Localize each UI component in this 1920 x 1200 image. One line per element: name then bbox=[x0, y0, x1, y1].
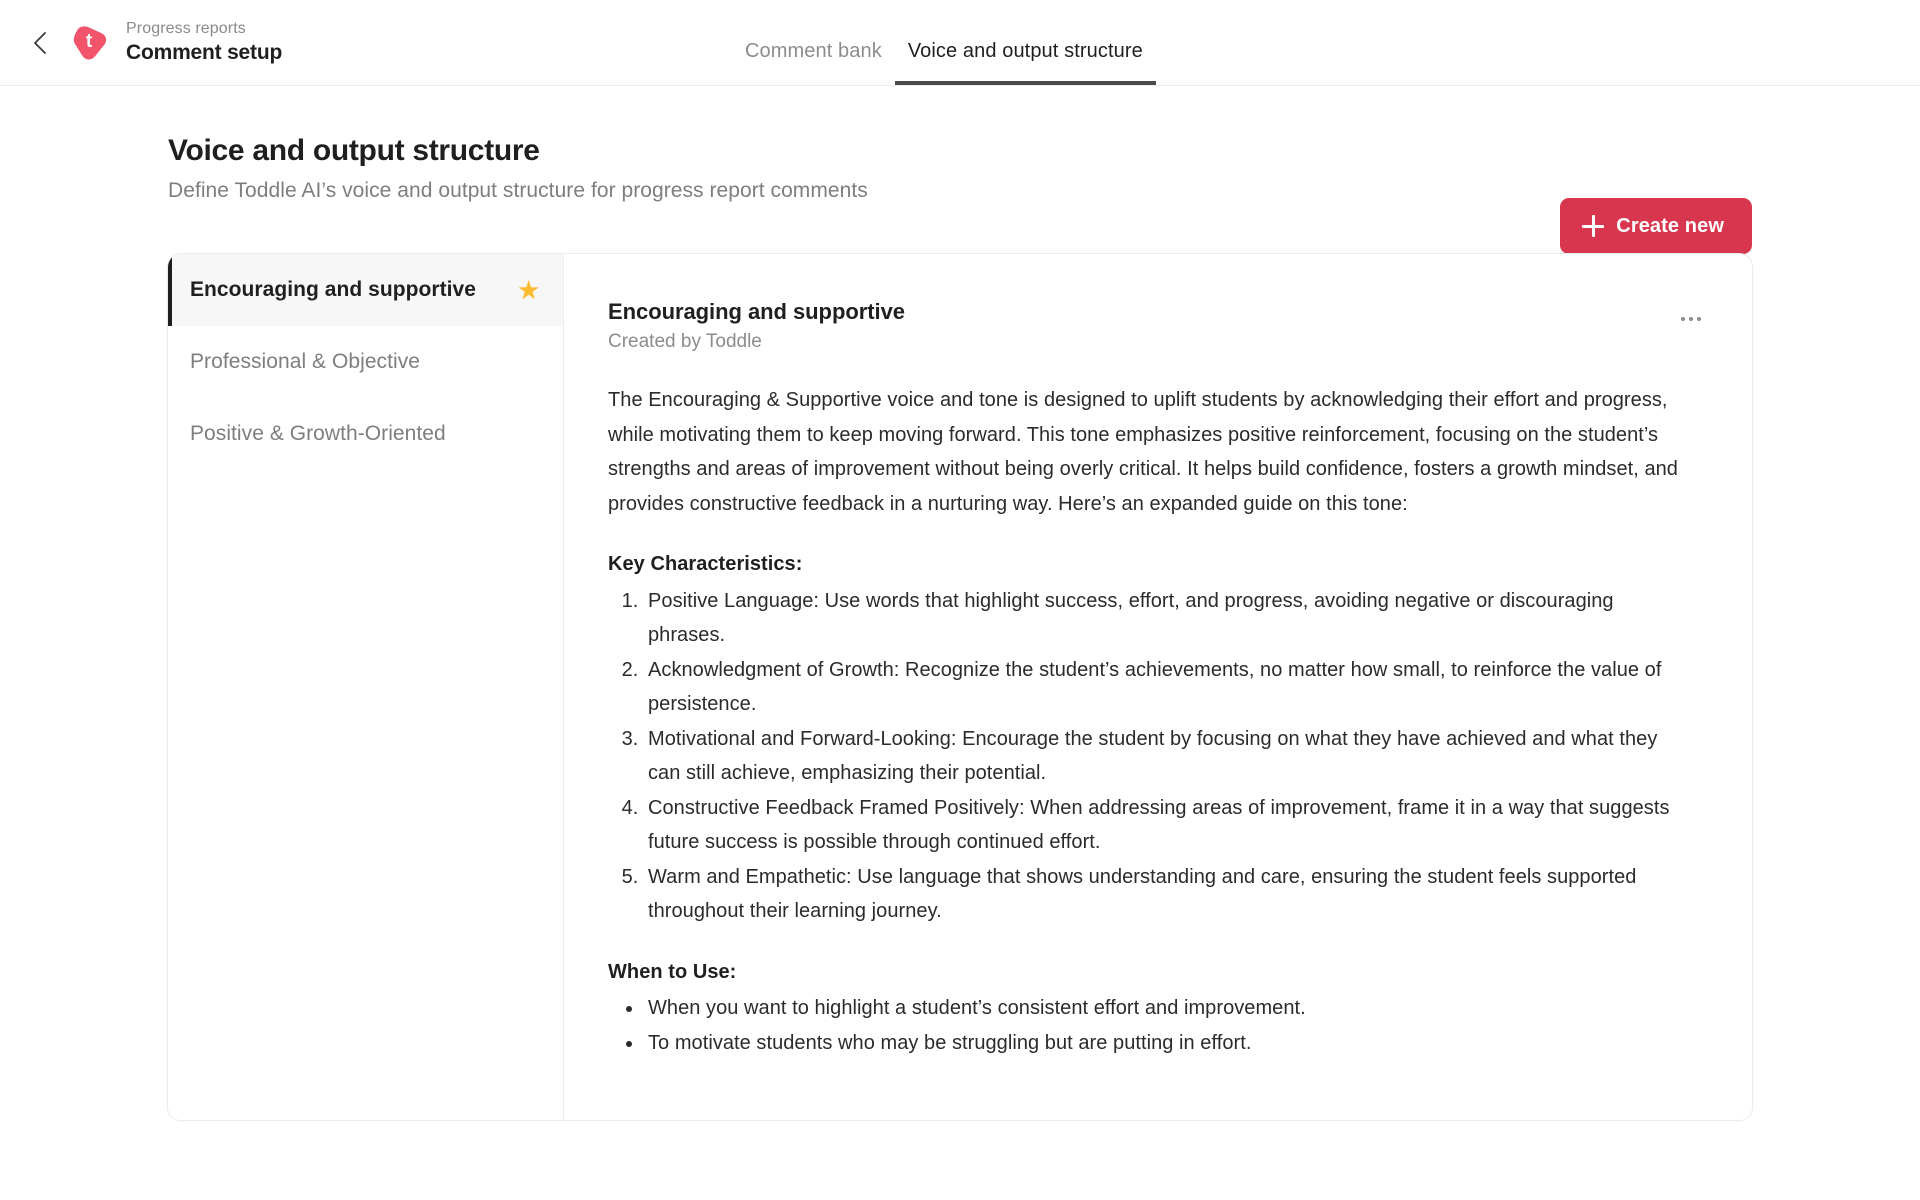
key-characteristics-list: Positive Language: Use words that highli… bbox=[608, 584, 1683, 929]
plus-icon bbox=[1582, 215, 1605, 237]
tab-bar: Comment bank Voice and output structure bbox=[732, 0, 1156, 85]
tone-item-encouraging-and-supportive[interactable]: Encouraging and supportive ★ bbox=[168, 254, 563, 326]
brand-block: t Progress reports Comment setup bbox=[68, 19, 282, 66]
chevron-left-icon bbox=[30, 29, 50, 57]
tone-detail-pane: Encouraging and supportive Created by To… bbox=[564, 254, 1752, 1120]
content-fade-overlay bbox=[564, 1094, 1752, 1120]
tone-item-positive-and-growth-oriented[interactable]: Positive & Growth-Oriented bbox=[168, 398, 563, 470]
key-characteristics-heading: Key Characteristics: bbox=[608, 553, 803, 575]
create-new-button[interactable]: Create new bbox=[1560, 198, 1752, 254]
tone-detail-title: Encouraging and supportive bbox=[608, 299, 905, 324]
tab-comment-bank[interactable]: Comment bank bbox=[732, 39, 895, 85]
tone-item-label: Positive & Growth-Oriented bbox=[190, 422, 446, 445]
list-item: Positive Language: Use words that highli… bbox=[644, 584, 1683, 653]
tab-voice-and-output-structure[interactable]: Voice and output structure bbox=[894, 39, 1156, 85]
create-new-label: Create new bbox=[1616, 214, 1724, 237]
list-item: Acknowledgment of Growth: Recognize the … bbox=[644, 653, 1683, 722]
tone-item-label: Encouraging and supportive bbox=[190, 278, 476, 301]
tone-intro-paragraph: The Encouraging & Supportive voice and t… bbox=[608, 389, 1678, 515]
more-options-button[interactable] bbox=[1674, 306, 1708, 332]
page-header: Voice and output structure Define Toddle… bbox=[0, 86, 1920, 254]
page-title: Voice and output structure bbox=[168, 134, 540, 167]
list-item: Warm and Empathetic: Use language that s… bbox=[644, 860, 1683, 929]
logo-letter: t bbox=[85, 31, 93, 52]
back-button[interactable] bbox=[26, 29, 54, 57]
more-dot bbox=[1697, 317, 1701, 321]
tone-detail-header: Encouraging and supportive Created by To… bbox=[608, 298, 1700, 355]
tone-detail-created-by: Created by Toddle bbox=[608, 331, 762, 352]
star-icon: ★ bbox=[518, 276, 539, 303]
breadcrumb: Progress reports bbox=[126, 20, 246, 37]
tone-item-professional-and-objective[interactable]: Professional & Objective bbox=[168, 326, 563, 398]
tone-detail-body: The Encouraging & Supportive voice and t… bbox=[608, 383, 1683, 1060]
list-item: To motivate students who may be struggli… bbox=[644, 1026, 1683, 1061]
tone-list: Encouraging and supportive ★ Professiona… bbox=[168, 254, 564, 1120]
tone-item-label: Professional & Objective bbox=[190, 350, 420, 373]
list-item: Motivational and Forward-Looking: Encour… bbox=[644, 722, 1683, 791]
when-to-use-list: When you want to highlight a student’s c… bbox=[608, 991, 1683, 1060]
list-item: When you want to highlight a student’s c… bbox=[644, 991, 1683, 1026]
voice-structure-card: Encouraging and supportive ★ Professiona… bbox=[167, 253, 1753, 1121]
when-to-use-heading: When to Use: bbox=[608, 960, 737, 983]
more-dot bbox=[1689, 317, 1693, 321]
toddle-logo-icon: t bbox=[68, 22, 110, 64]
more-dot bbox=[1681, 317, 1685, 321]
page-context-title: Comment setup bbox=[126, 41, 283, 64]
list-item: Constructive Feedback Framed Positively:… bbox=[644, 791, 1683, 860]
top-bar: t Progress reports Comment setup Comment… bbox=[0, 0, 1920, 86]
